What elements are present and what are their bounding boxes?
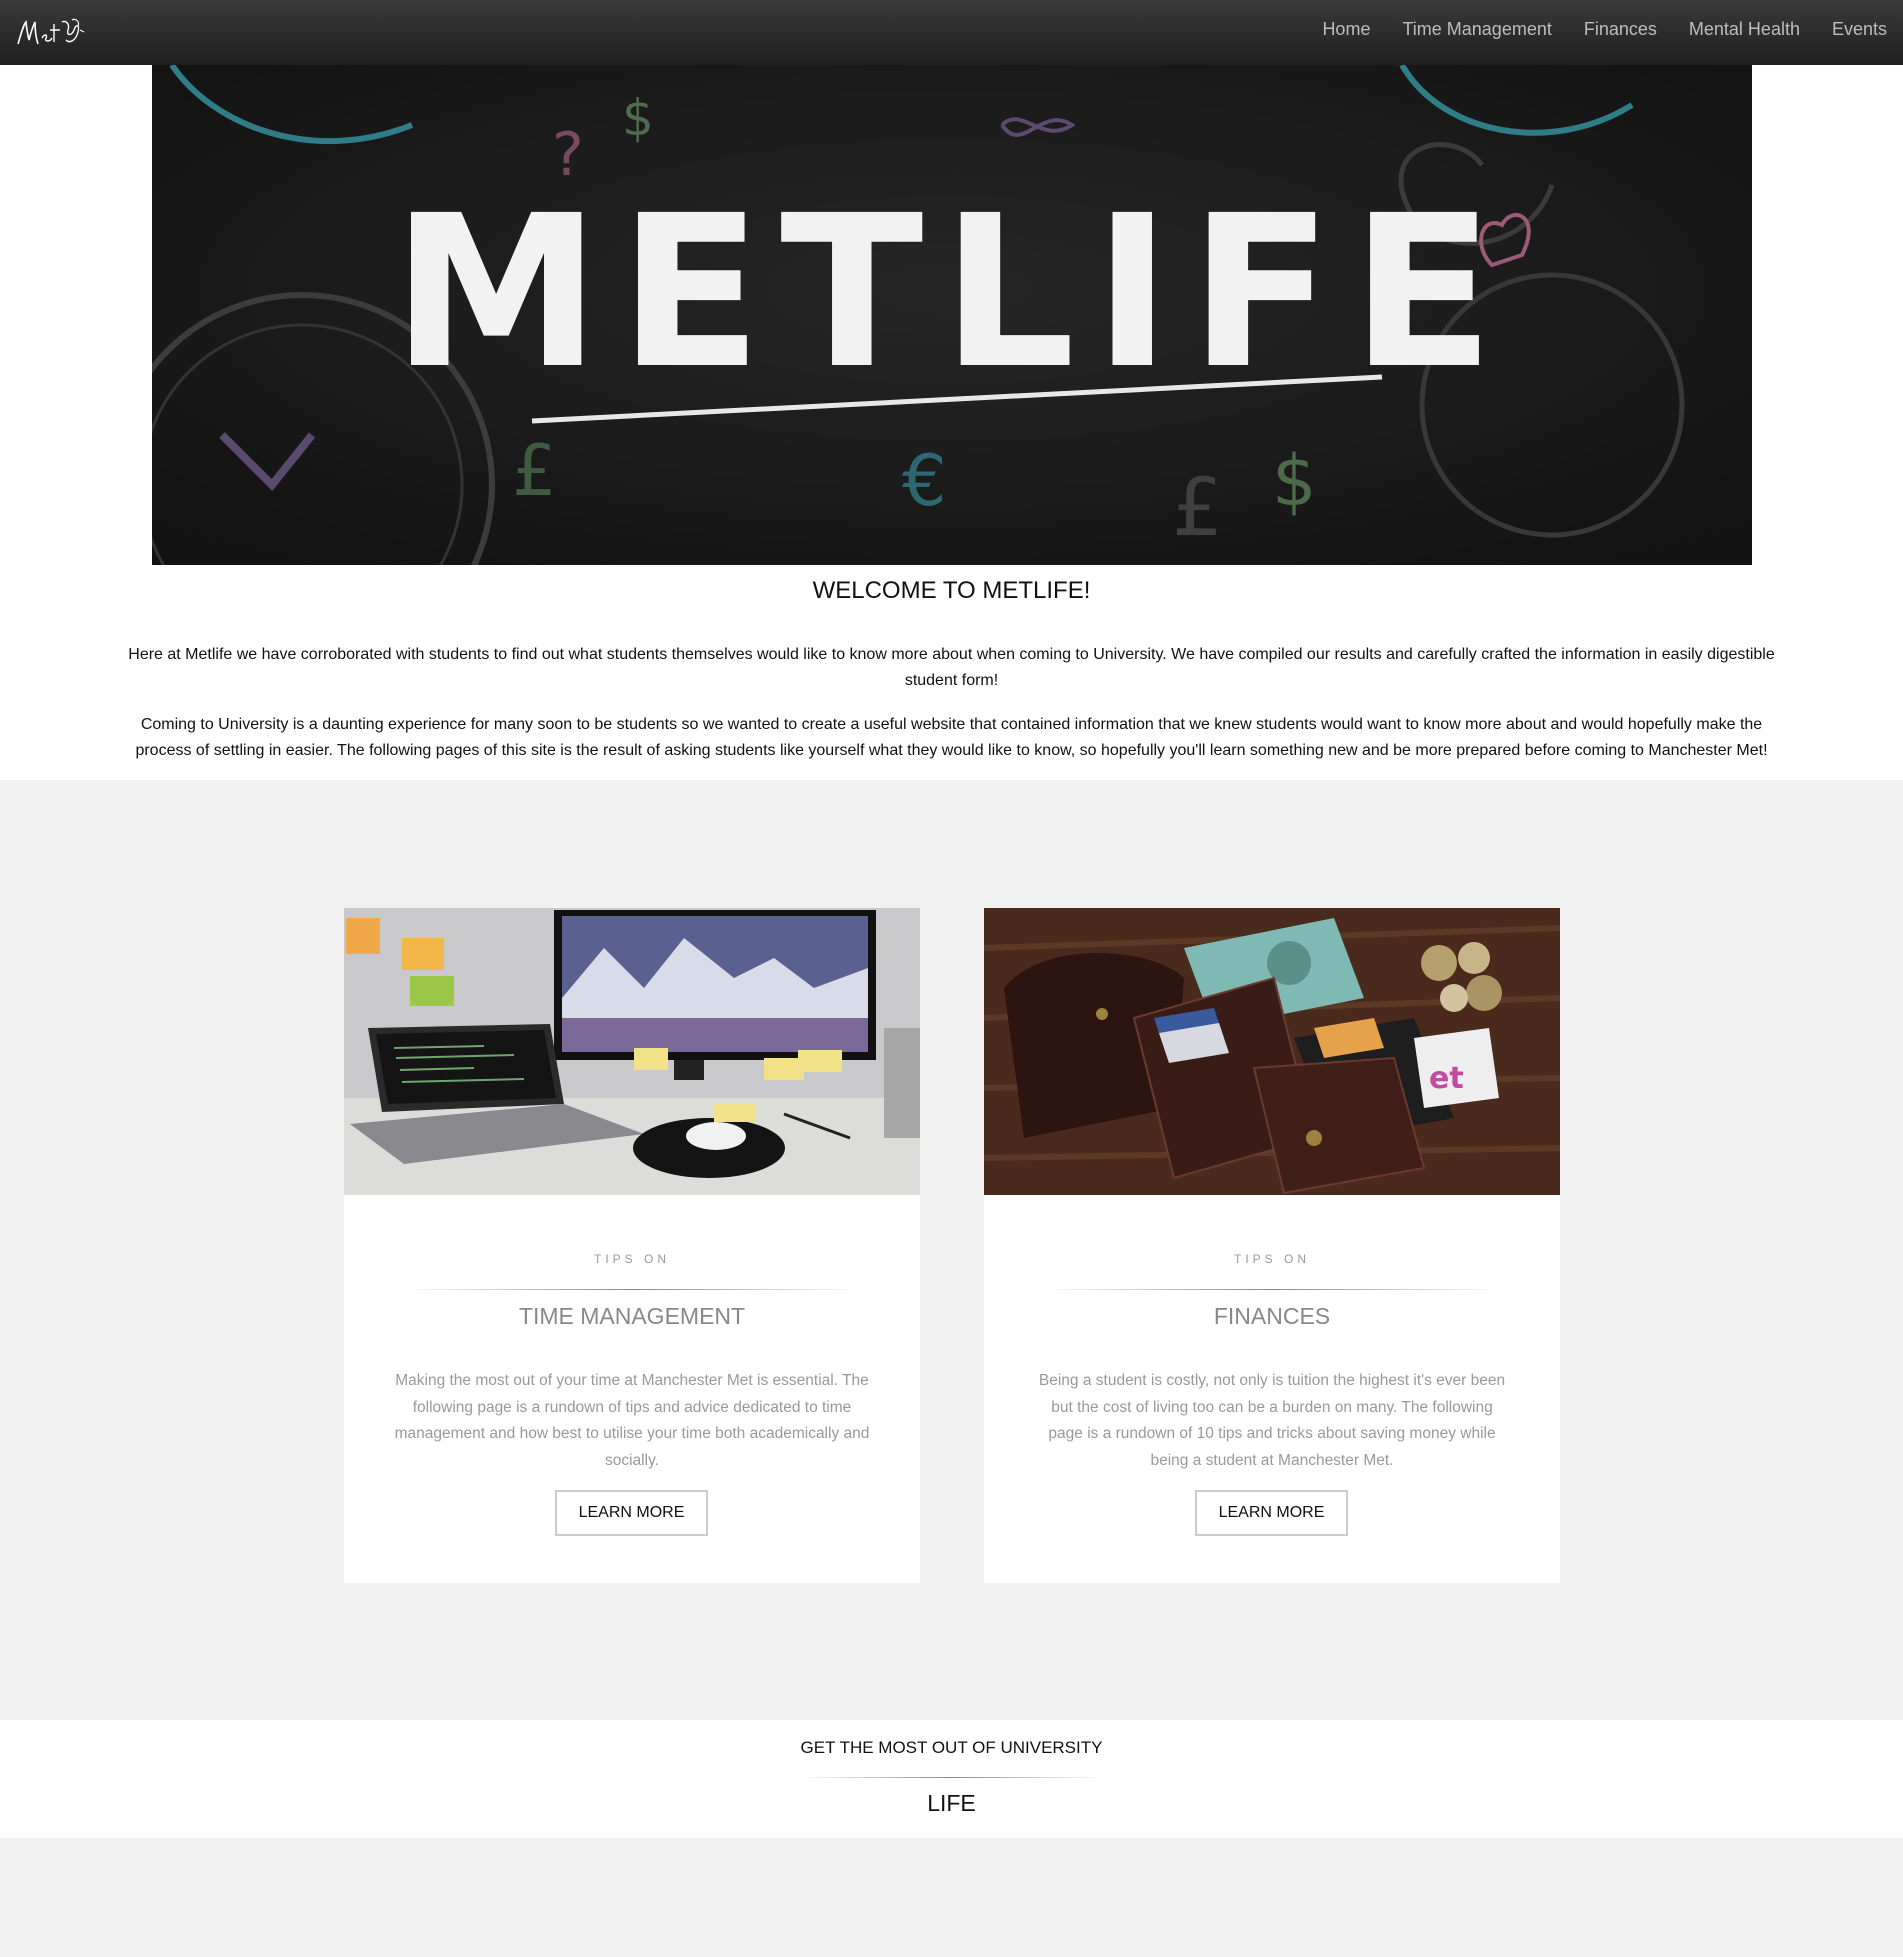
card-finances: et TIPS ON FINANCES Being a student is c… <box>984 908 1560 1583</box>
desk-setup-image <box>344 908 920 1195</box>
svg-text:$: $ <box>622 89 654 147</box>
nav-home[interactable]: Home <box>1322 19 1370 40</box>
tagline-divider <box>800 1777 1103 1778</box>
hero-banner: ? $ $ £ £ € METLIFE <box>152 65 1752 565</box>
card-title: TIME MANAGEMENT <box>518 1303 746 1329</box>
card-eyebrow: TIPS ON <box>593 1252 670 1266</box>
card-time-management: TIPS ON TIME MANAGEMENT Making the most … <box>344 908 920 1583</box>
svg-text:€: € <box>902 440 947 522</box>
svg-text:£: £ <box>1172 461 1223 554</box>
nav-finances[interactable]: Finances <box>1584 19 1657 40</box>
navbar: Home Time Management Finances Mental Hea… <box>0 0 1903 65</box>
card-title: FINANCES <box>1213 1303 1331 1329</box>
svg-text:$: $ <box>1272 440 1317 522</box>
nav-events[interactable]: Events <box>1832 19 1887 40</box>
card-eyebrow: TIPS ON <box>1233 1252 1310 1266</box>
learn-more-time-management-button[interactable]: LEARN MORE <box>555 1490 708 1536</box>
svg-text:et: et <box>1429 1061 1464 1096</box>
tagline-title: LIFE <box>927 1790 976 1816</box>
svg-text:£: £ <box>512 430 557 512</box>
tagline-subtitle: GET THE MOST OUT OF UNIVERSITY <box>800 1738 1103 1757</box>
card-divider <box>402 1289 862 1290</box>
site-logo[interactable] <box>14 10 88 54</box>
logo-icon <box>17 18 85 45</box>
nav-time-management[interactable]: Time Management <box>1402 19 1551 40</box>
card-description: Making the most out of your time at Manc… <box>394 1372 870 1469</box>
nav-mental-health[interactable]: Mental Health <box>1689 19 1800 40</box>
card-description: Being a student is costly, not only is t… <box>1038 1372 1506 1469</box>
tagline-band: GET THE MOST OUT OF UNIVERSITY LIFE <box>0 1720 1903 1838</box>
wallet-image: et <box>984 908 1560 1195</box>
intro-paragraph-1: Here at Metlife we have corroborated wit… <box>128 646 1775 689</box>
welcome-title: WELCOME TO METLIFE! <box>812 577 1091 604</box>
card-divider <box>1042 1289 1502 1290</box>
intro-section: ? $ $ £ £ € METLIFE WELCOME TO METLIFE! … <box>0 65 1903 780</box>
learn-more-finances-button[interactable]: LEARN MORE <box>1195 1490 1348 1536</box>
chalkboard-image: ? $ $ £ £ € METLIFE <box>152 65 1752 565</box>
intro-paragraph-2: Coming to University is a daunting exper… <box>135 716 1768 759</box>
main-menu: Home Time Management Finances Mental Hea… <box>1322 0 1887 58</box>
